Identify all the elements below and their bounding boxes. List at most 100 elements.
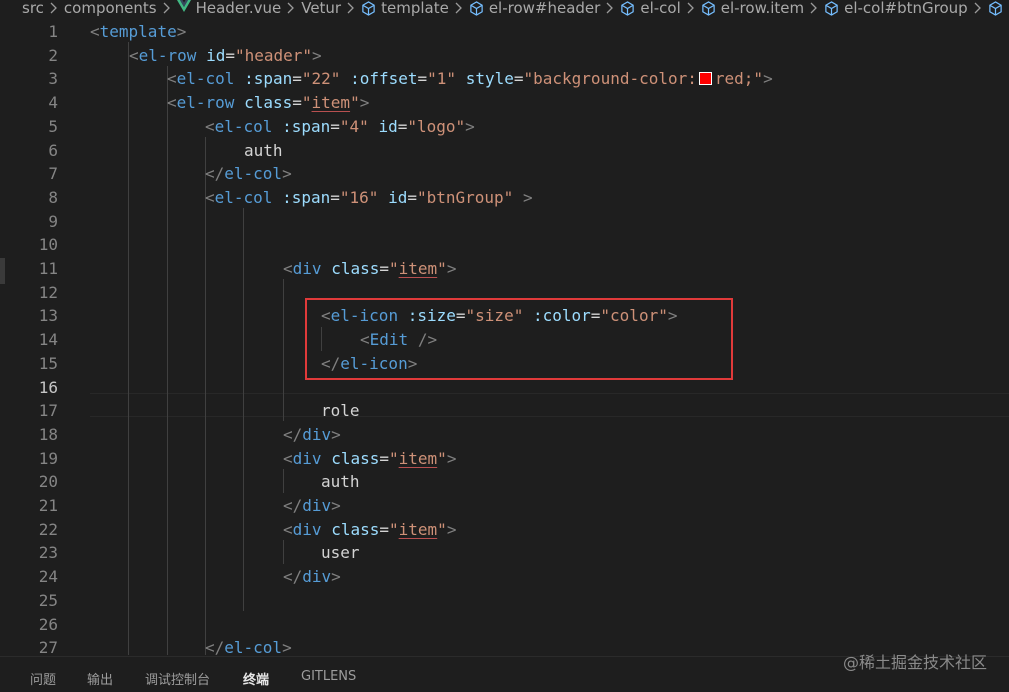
breadcrumb-item-components[interactable]: components — [64, 0, 157, 16]
code-line[interactable]: </div> — [283, 565, 341, 589]
code-token: item — [398, 448, 438, 468]
color-swatch[interactable] — [698, 72, 712, 86]
code-token: "22" — [301, 69, 341, 89]
code-token: " — [350, 93, 360, 113]
code-token: el-col — [214, 187, 273, 207]
code-token: = — [292, 93, 302, 113]
line-number: 12 — [38, 282, 58, 302]
tab-gitlens[interactable]: GITLENS — [301, 669, 356, 684]
code-line[interactable]: <el-row id="header"> — [129, 44, 322, 68]
code-line[interactable]: </div> — [283, 494, 341, 518]
code-token: = — [330, 187, 340, 207]
code-token: > — [282, 164, 292, 184]
tab-terminal[interactable]: 终端 — [243, 669, 269, 688]
chevron-right-icon — [347, 0, 355, 14]
chevron-right-icon — [810, 0, 818, 14]
breadcrumb-item-el-row-header[interactable]: el-row#header — [489, 0, 601, 16]
code-token: > — [176, 22, 187, 41]
code-token: > — [446, 519, 457, 539]
cube-symbol-icon — [701, 1, 716, 18]
code-line[interactable]: <el-col :span="4" id="logo"> — [205, 115, 475, 139]
code-token: < — [205, 116, 215, 136]
code-token: div — [292, 448, 322, 468]
tab-debug-console[interactable]: 调试控制台 — [145, 669, 210, 688]
code-line[interactable]: <div class="item"> — [283, 447, 456, 471]
cube-symbol-icon — [620, 1, 635, 18]
line-number: 26 — [38, 614, 58, 634]
code-token: > — [359, 93, 370, 113]
code-token: > — [446, 448, 457, 468]
annotation-highlight-box — [305, 298, 733, 380]
code-token: div — [302, 424, 332, 444]
code-token: " — [437, 519, 447, 539]
code-token: = — [379, 259, 389, 278]
code-line[interactable]: <template> — [90, 20, 186, 44]
code-token: > — [331, 567, 341, 587]
code-line[interactable]: </el-col> — [205, 636, 292, 655]
tab-output[interactable]: 输出 — [87, 669, 113, 688]
code-token: div — [302, 496, 332, 515]
code-token: "background-color: — [523, 69, 697, 89]
breadcrumb: src components Header.vue Vetur template el-r… — [0, 0, 1009, 18]
code-line[interactable]: <el-col :span="16" id="btnGroup" > — [205, 186, 533, 210]
line-number: 25 — [38, 590, 58, 610]
code-line[interactable]: </el-col> — [205, 162, 292, 186]
chevron-right-icon — [287, 0, 295, 14]
code-token: </ — [283, 496, 303, 515]
code-token: < — [283, 259, 293, 278]
code-token: < — [90, 22, 100, 41]
code-token: > — [282, 638, 292, 655]
code-token: :span — [244, 69, 293, 89]
code-token: template — [99, 22, 177, 41]
code-token: class — [244, 93, 293, 113]
chevron-right-icon — [687, 0, 695, 14]
code-token: " — [301, 93, 312, 113]
line-number: 10 — [38, 235, 58, 255]
code-token: el-col — [224, 164, 283, 184]
code-line[interactable]: <el-col :span="22" :offset="1" style="ba… — [167, 67, 773, 91]
breadcrumb-item-src[interactable]: src — [22, 0, 44, 16]
code-token: "logo" — [407, 116, 466, 136]
code-line[interactable]: <el-row class="item"> — [167, 91, 369, 115]
code-token: class — [331, 259, 380, 278]
code-token: < — [167, 69, 177, 89]
code-token: id — [378, 116, 398, 136]
code-token: " — [437, 448, 447, 468]
code-token: "16" — [339, 187, 379, 207]
cube-symbol-icon — [469, 1, 484, 18]
code-token: = — [407, 187, 417, 207]
code-token: red;" — [714, 69, 764, 89]
code-line[interactable]: auth — [321, 470, 360, 494]
breadcrumb-item-vetur[interactable]: Vetur — [301, 0, 341, 16]
breadcrumb-item-file[interactable]: Header.vue — [196, 0, 282, 16]
code-line[interactable]: <div class="item"> — [283, 518, 456, 542]
code-line[interactable]: <div class="item"> — [283, 257, 456, 281]
code-token: div — [302, 567, 332, 587]
code-token: " — [389, 259, 399, 278]
breadcrumb-item-el-row-item[interactable]: el-row.item — [721, 0, 804, 16]
code-line[interactable]: user — [321, 541, 360, 565]
code-line[interactable]: role — [321, 399, 360, 423]
breadcrumb-item-el-col-btngroup[interactable]: el-col#btnGroup — [844, 0, 968, 16]
code-token: " — [437, 259, 447, 278]
code-token: el-col — [176, 69, 235, 89]
code-line[interactable]: auth — [244, 139, 283, 163]
code-token: el-col — [224, 638, 283, 655]
code-token: > — [465, 116, 475, 136]
code-line[interactable]: </div> — [283, 423, 341, 447]
code-token: "btnGroup" — [416, 187, 514, 207]
code-token: item — [398, 259, 438, 278]
breadcrumb-item-template[interactable]: template — [381, 0, 449, 16]
code-token: < — [167, 93, 177, 113]
code-token: "1" — [427, 69, 457, 89]
code-token: > — [312, 45, 322, 65]
tab-problems[interactable]: 问题 — [30, 669, 56, 688]
code-token: = — [417, 69, 428, 89]
code-token: = — [513, 69, 524, 89]
code-token: " — [389, 519, 399, 539]
code-token: = — [379, 519, 389, 539]
line-number-current: 16 — [38, 377, 58, 397]
breadcrumb-item-el-col[interactable]: el-col — [640, 0, 680, 16]
code-token: id — [206, 45, 226, 65]
code-token: > — [331, 424, 341, 444]
